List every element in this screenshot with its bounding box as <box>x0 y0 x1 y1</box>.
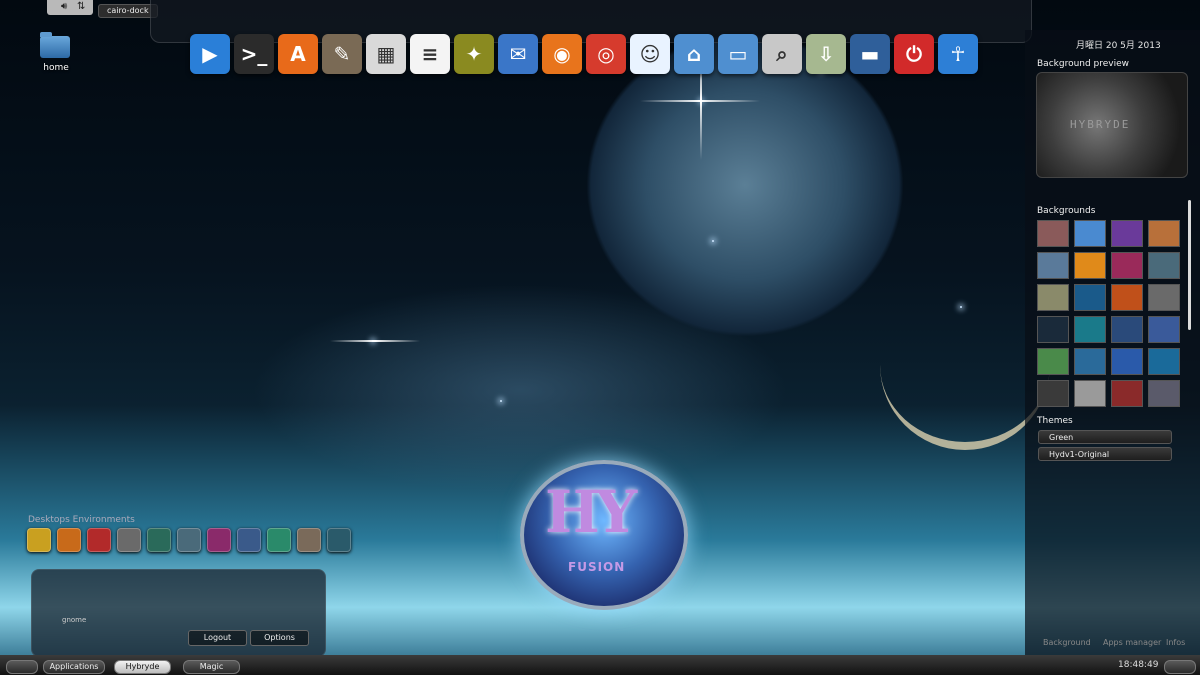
lens-flare <box>330 340 420 342</box>
software-center-icon[interactable]: A <box>278 34 318 74</box>
infos-link[interactable]: Infos <box>1166 638 1185 647</box>
background-thumbnail[interactable] <box>1111 220 1143 247</box>
firefox-icon[interactable]: ◉ <box>542 34 582 74</box>
options-button[interactable]: Options <box>250 630 309 646</box>
background-thumbnail[interactable] <box>1037 316 1069 343</box>
desktop-environment-icon[interactable] <box>177 528 201 552</box>
background-thumbnail[interactable] <box>1148 252 1180 279</box>
background-thumbnail[interactable] <box>1111 348 1143 375</box>
theme-green[interactable]: Green <box>1038 430 1172 444</box>
session-user-label: gnome <box>62 616 87 624</box>
desktop-environment-icon[interactable] <box>87 528 111 552</box>
logout-button[interactable]: Logout <box>188 630 247 646</box>
background-thumbnail[interactable] <box>1074 284 1106 311</box>
background-thumbnail[interactable] <box>1148 380 1180 407</box>
messenger-icon[interactable]: ☺ <box>630 34 670 74</box>
desktop-icon[interactable]: ▬ <box>850 34 890 74</box>
background-thumbnail[interactable] <box>1074 316 1106 343</box>
background-thumbnail[interactable] <box>1037 284 1069 311</box>
desktop-environment-icon[interactable] <box>207 528 231 552</box>
desktop-environment-icon[interactable] <box>267 528 291 552</box>
speaker-icon[interactable]: 🔊︎ <box>61 1 67 12</box>
date-label: 月曜日 20 5月 2013 <box>1076 41 1161 51</box>
right-pill-button[interactable] <box>1164 660 1196 674</box>
star <box>712 240 714 242</box>
logo-main-text: HY <box>545 478 637 546</box>
background-thumbnail[interactable] <box>1148 284 1180 311</box>
window-title: cairo-dock <box>98 4 158 18</box>
background-thumbnail[interactable] <box>1111 284 1143 311</box>
power-icon[interactable]: ⏻ <box>894 34 934 74</box>
desktop-environment-icon[interactable] <box>147 528 171 552</box>
logo-sub-text: FUSION <box>568 560 626 574</box>
background-thumbnail[interactable] <box>1111 380 1143 407</box>
desktop-environment-icon[interactable] <box>57 528 81 552</box>
background-thumbnail[interactable] <box>1074 348 1106 375</box>
desktop-environment-icon[interactable] <box>237 528 261 552</box>
image-viewer-icon[interactable]: ✦ <box>454 34 494 74</box>
text-editor-icon[interactable]: ≡ <box>410 34 450 74</box>
terminal-icon[interactable]: >_ <box>234 34 274 74</box>
backgrounds-title: Backgrounds <box>1037 206 1096 216</box>
hybryde-button[interactable]: Hybryde <box>114 660 171 674</box>
background-thumbnail[interactable] <box>1074 220 1106 247</box>
folder-icon[interactable]: ▭ <box>718 34 758 74</box>
themes-title: Themes <box>1037 416 1073 426</box>
background-thumbnail[interactable] <box>1148 348 1180 375</box>
clock-time: 18:48:49 <box>1118 660 1159 670</box>
media-player-icon[interactable]: ▶ <box>190 34 230 74</box>
thunderbird-icon[interactable]: ✉ <box>498 34 538 74</box>
background-preview-title: Background preview <box>1037 59 1130 69</box>
home-folder-icon[interactable] <box>38 32 72 61</box>
background-thumbnail[interactable] <box>1037 220 1069 247</box>
background-thumbnail[interactable] <box>1111 316 1143 343</box>
calculator-icon[interactable]: ▦ <box>366 34 406 74</box>
gimp-icon[interactable]: ✎ <box>322 34 362 74</box>
desktop-environment-icon[interactable] <box>27 528 51 552</box>
left-pill-button[interactable] <box>6 660 38 674</box>
home-folder-icon[interactable]: ⌂ <box>674 34 714 74</box>
search-clock-icon[interactable]: ⌕ <box>762 34 802 74</box>
background-thumbnail[interactable] <box>1148 220 1180 247</box>
magic-button[interactable]: Magic <box>183 660 240 674</box>
background-thumbnail[interactable] <box>1148 316 1180 343</box>
bottom-bar <box>0 655 1200 675</box>
home-label[interactable]: home <box>36 63 76 73</box>
theme-hydv1-original[interactable]: Hydv1-Original <box>1038 447 1172 461</box>
background-thumbnail[interactable] <box>1037 380 1069 407</box>
backgrounds-grid <box>1037 220 1185 407</box>
star <box>960 306 962 308</box>
desktop-environment-icon[interactable] <box>327 528 351 552</box>
downloads-icon[interactable]: ⇩ <box>806 34 846 74</box>
applications-button[interactable]: Applications <box>43 660 105 674</box>
backgrounds-scrollbar[interactable] <box>1188 200 1191 330</box>
chrome-icon[interactable]: ◎ <box>586 34 626 74</box>
cairo-dock: ▶ >_ A ✎ ▦ ≡ ✦ ✉ ◉ ◎ ☺ ⌂ ▭ ⌕ ⇩ ▬ ⏻ ☥ <box>190 30 978 78</box>
desktops-environments-row <box>27 528 351 552</box>
background-thumbnail[interactable] <box>1074 380 1106 407</box>
apps-manager-link[interactable]: Apps manager <box>1103 638 1161 647</box>
background-thumbnail[interactable] <box>1037 252 1069 279</box>
background-preview-text: HYBRYDE <box>1070 118 1131 131</box>
accessibility-icon[interactable]: ☥ <box>938 34 978 74</box>
network-icon[interactable]: ⇅ <box>77 1 85 12</box>
desktop-environment-icon[interactable] <box>297 528 321 552</box>
background-link[interactable]: Background <box>1043 638 1091 647</box>
system-tray[interactable]: 🔊︎ ⇅ <box>47 0 93 15</box>
star <box>500 400 502 402</box>
background-thumbnail[interactable] <box>1111 252 1143 279</box>
desktop-environment-icon[interactable] <box>117 528 141 552</box>
desktops-environments-title: Desktops Environments <box>28 515 135 525</box>
background-thumbnail[interactable] <box>1037 348 1069 375</box>
background-thumbnail[interactable] <box>1074 252 1106 279</box>
